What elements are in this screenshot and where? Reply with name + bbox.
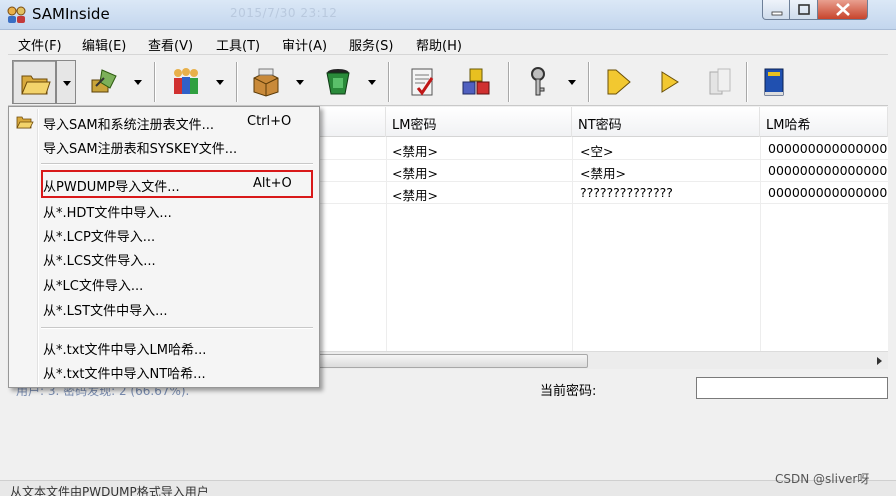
menu-item-import-hdt[interactable]: 从*.HDT文件中导入... [11, 198, 317, 222]
cell-nt-password: <空> [580, 144, 614, 159]
open-folder-icon [21, 75, 51, 95]
menu-item-label: 从*LC文件导入... [43, 279, 144, 294]
maximize-icon [798, 4, 810, 15]
menu-tools[interactable]: 工具(T) [216, 35, 260, 54]
menu-separator [41, 327, 313, 329]
cubes-icon [462, 68, 490, 95]
menu-file[interactable]: 文件(F) [18, 35, 62, 54]
maximize-button[interactable] [790, 0, 818, 20]
close-icon [836, 3, 850, 16]
toolbar-separator [588, 62, 590, 102]
toolbar-report-button[interactable] [400, 60, 444, 104]
toolbar-separator [154, 62, 156, 102]
toolbar-key-dropdown[interactable] [562, 60, 582, 104]
cell-lm-hash: 00000000000000000000 [768, 185, 888, 200]
menu-item-label: 从*.LST文件中导入... [43, 304, 168, 319]
title-bar: SAMInside 2015/7/30 23:12 [0, 0, 896, 30]
menu-item-label: 导入SAM和系统注册表文件... [43, 118, 214, 133]
toolbar-box-dropdown[interactable] [290, 60, 310, 104]
bucket-icon [326, 69, 350, 95]
open-folder-icon [16, 116, 34, 129]
toolbar [8, 56, 888, 106]
toolbar-separator [508, 62, 510, 102]
toolbar-small-arrow-button[interactable] [648, 60, 692, 104]
key-icon [531, 67, 545, 96]
toolbar-arrow-button[interactable] [596, 60, 640, 104]
minimize-icon [771, 11, 783, 16]
menu-edit[interactable]: 编辑(E) [82, 35, 126, 54]
toolbar-book-button[interactable] [752, 60, 796, 104]
book-icon [764, 68, 784, 96]
col-header-lm-password[interactable]: LM密码 [386, 107, 572, 137]
toolbar-open-dropdown[interactable] [56, 60, 76, 104]
menu-separator [41, 163, 313, 165]
menu-item-import-lm-hash[interactable]: 从*.txt文件中导入LM哈希... [11, 335, 317, 359]
cell-lm-password: <禁用> [392, 166, 438, 181]
toolbar-separator [388, 62, 390, 102]
cell-lm-hash: 00000000000000000000 [768, 163, 888, 178]
menu-view[interactable]: 查看(V) [148, 35, 193, 54]
pwdump-highlight-box [41, 170, 313, 198]
toolbar-box-button[interactable] [244, 60, 288, 104]
menu-service[interactable]: 服务(S) [349, 35, 393, 54]
menu-item-label: 从*.txt文件中导入NT哈希... [43, 367, 206, 382]
toolbar-key-button[interactable] [516, 60, 560, 104]
cell-lm-password: <禁用> [392, 144, 438, 159]
toolbar-bucket-button[interactable] [316, 60, 360, 104]
title-ghost-text: 2015/7/30 23:12 [230, 6, 338, 20]
small-arrow-icon [661, 71, 679, 93]
toolbar-open-button[interactable] [12, 60, 56, 104]
menu-item-import-lc[interactable]: 从*LC文件导入... [11, 271, 317, 295]
menu-help[interactable]: 帮助(H) [416, 35, 462, 54]
toolbar-separator [236, 62, 238, 102]
status-bar: 从文本文件由PWDUMP格式导入用户 [0, 480, 896, 496]
menu-item-label: 从*.LCP文件导入... [43, 230, 156, 245]
cell-nt-password: ?????????????? [580, 185, 673, 200]
menu-item-label: 从*.HDT文件中导入... [43, 206, 172, 221]
import-dropdown-menu: 导入SAM和系统注册表文件... Ctrl+O 导入SAM注册表和SYSKEY文… [8, 106, 320, 388]
menu-item-import-sam-system[interactable]: 导入SAM和系统注册表文件... Ctrl+O [11, 110, 317, 134]
cell-lm-hash: 00000000000000000000 [768, 141, 888, 156]
menu-item-import-sam-syskey[interactable]: 导入SAM注册表和SYSKEY文件... [11, 134, 317, 158]
menu-item-import-lcs[interactable]: 从*.LCS文件导入... [11, 246, 317, 270]
close-button[interactable] [818, 0, 868, 20]
status-text: 从文本文件由PWDUMP格式导入用户 [10, 485, 209, 496]
toolbar-bucket-dropdown[interactable] [362, 60, 382, 104]
users-icon [174, 68, 198, 94]
menu-bar: 文件(F) 编辑(E) 查看(V) 工具(T) 审计(A) 服务(S) 帮助(H… [8, 31, 888, 55]
pages-icon [709, 68, 731, 95]
minimize-button[interactable] [762, 0, 790, 20]
app-window: SAMInside 2015/7/30 23:12 文件(F) 编辑(E) 查看… [0, 0, 896, 496]
toolbar-users-dropdown[interactable] [210, 60, 230, 104]
app-users-icon [7, 6, 26, 23]
report-icon [411, 68, 434, 96]
current-password-field[interactable] [696, 377, 888, 399]
watermark-text: CSDN @sliver呀 [775, 472, 870, 486]
toolbar-cubes-button[interactable] [454, 60, 498, 104]
menu-item-label: 从*.LCS文件导入... [43, 254, 156, 269]
toolbar-pages-button[interactable] [698, 60, 742, 104]
menu-item-import-lcp[interactable]: 从*.LCP文件导入... [11, 222, 317, 246]
menu-item-label: 导入SAM注册表和SYSKEY文件... [43, 142, 238, 157]
arrow-shape-icon [607, 69, 631, 95]
toolbar-import-button[interactable] [82, 60, 126, 104]
toolbar-import-dropdown[interactable] [128, 60, 148, 104]
menu-audit[interactable]: 审计(A) [282, 35, 327, 54]
menu-item-import-lst[interactable]: 从*.LST文件中导入... [11, 296, 317, 320]
cell-nt-password: <禁用> [580, 166, 626, 181]
toolbar-users-button[interactable] [164, 60, 208, 104]
current-password-label: 当前密码: [540, 384, 597, 399]
cell-lm-password: <禁用> [392, 188, 438, 203]
menu-item-label: 从*.txt文件中导入LM哈希... [43, 343, 207, 358]
menu-item-shortcut: Ctrl+O [247, 114, 292, 129]
window-title: SAMInside [32, 5, 110, 23]
scroll-right-icon[interactable] [877, 357, 882, 365]
box-icon [253, 68, 279, 97]
col-header-lm-hash[interactable]: LM哈希 [760, 107, 888, 137]
col-header-nt-password[interactable]: NT密码 [572, 107, 760, 137]
toolbar-separator [746, 62, 748, 102]
menu-item-import-nt-hash[interactable]: 从*.txt文件中导入NT哈希... [11, 359, 317, 383]
import-icon [91, 69, 117, 93]
